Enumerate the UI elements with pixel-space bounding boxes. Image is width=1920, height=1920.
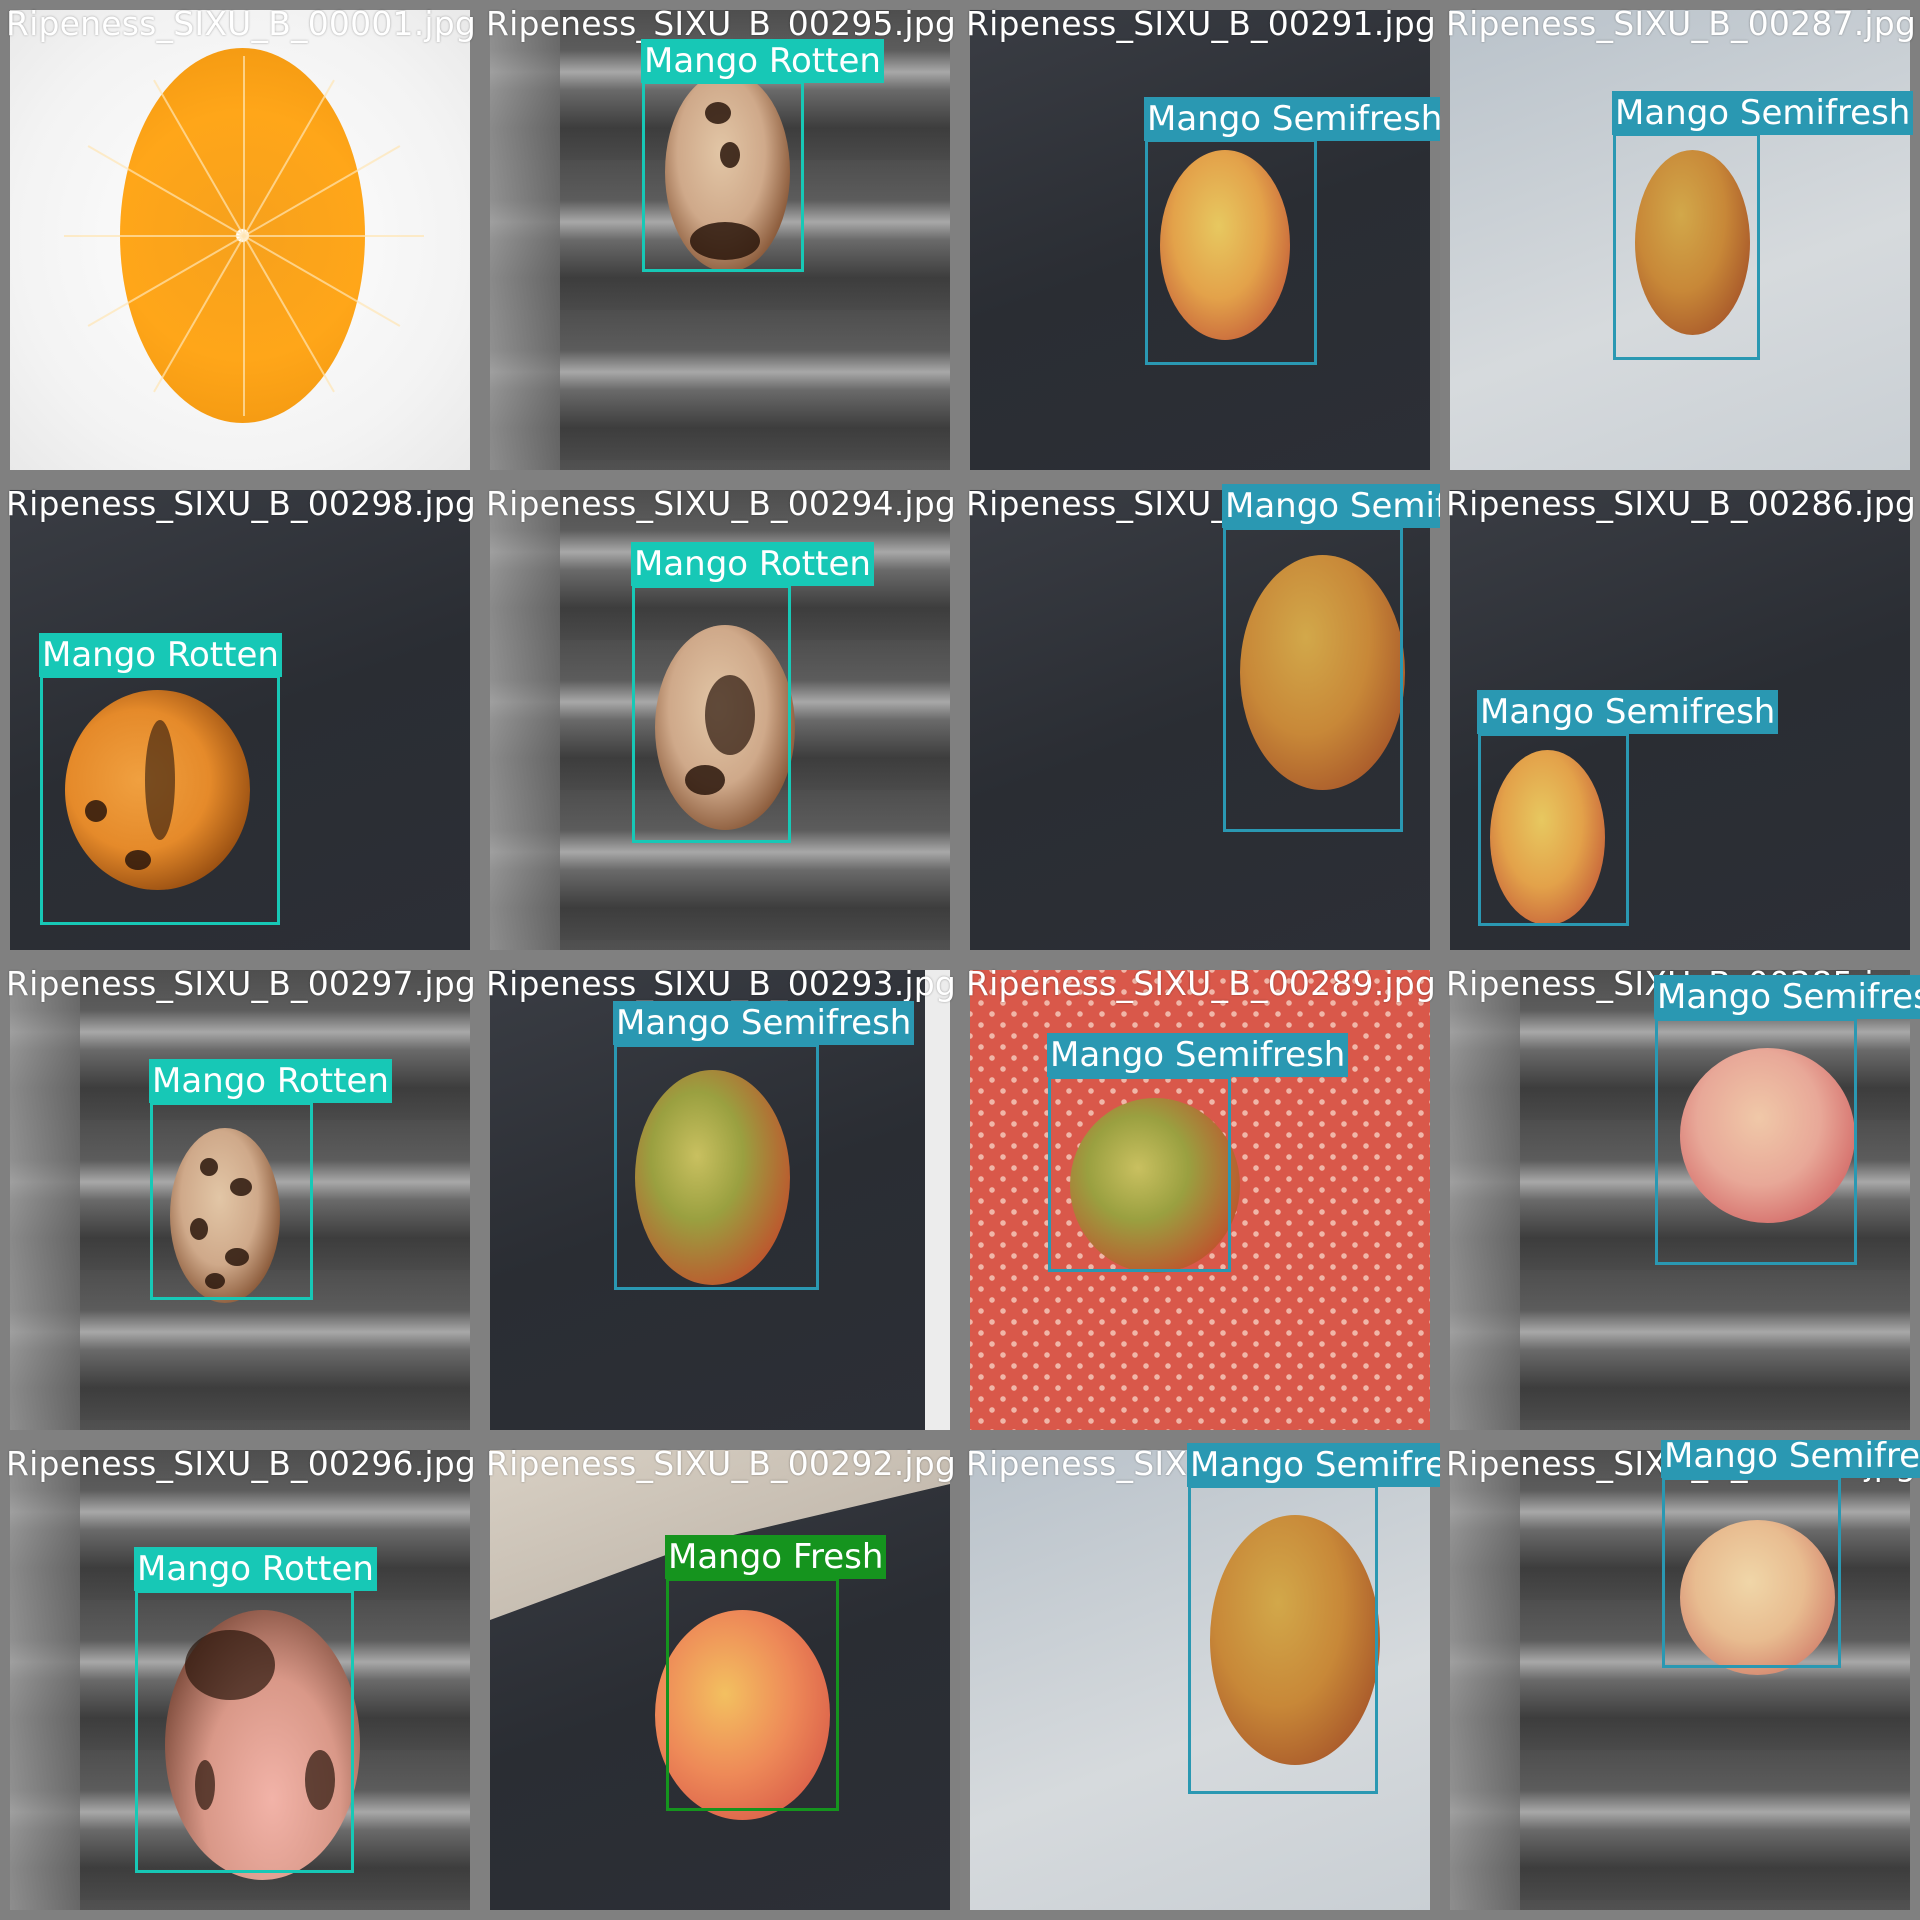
filename-label: Ripeness_SIXU_B_00292.jpg	[486, 1444, 957, 1483]
orange-segment-line	[242, 79, 335, 237]
bounding-box	[1223, 527, 1403, 832]
bounding-box	[1662, 1477, 1841, 1668]
class-label: Mango Semifresh	[613, 1001, 915, 1045]
image-tile: Ripeness_SIXU_B_00294.jpg Mango Rotten	[480, 480, 960, 960]
image-tile: Ripeness_SIXU_B_00284.jpg Mango Semifres…	[1440, 1440, 1920, 1920]
image-tile: Ripeness_SIXU_B_00290.jpg Mango Semifres…	[960, 480, 1440, 960]
orange-segment-line	[242, 235, 245, 416]
orange-segment-line	[152, 235, 245, 392]
bounding-box	[642, 81, 804, 272]
orange-segment-line	[63, 234, 244, 237]
bounding-box	[135, 1590, 354, 1873]
light-edge	[925, 970, 950, 1430]
bounding-box	[1478, 733, 1629, 926]
bounding-box	[1048, 1076, 1231, 1272]
class-label: Mango Semifresh	[1654, 975, 1920, 1019]
class-label: Mango Fresh	[665, 1535, 887, 1579]
class-label: Mango Semifresh	[1187, 1443, 1440, 1487]
photo	[10, 10, 470, 470]
class-label: Mango Rotten	[134, 1547, 377, 1591]
filename-label: Ripeness_SIXU_B_00001.jpg	[6, 4, 477, 43]
image-tile: Ripeness_SIXU_B_00001.jpg	[0, 0, 480, 480]
orange-slice	[63, 48, 424, 423]
filename-label: Ripeness_SIXU_B_00297.jpg	[6, 964, 477, 1003]
image-tile: Ripeness_SIXU_B_00289.jpg Mango Semifres…	[960, 960, 1440, 1440]
filename-label: Ripeness_SIXU_B_00298.jpg	[6, 484, 477, 523]
filename-label: Ripeness_SIXU_B_00286.jpg	[1446, 484, 1917, 523]
filename-label: Ripeness_SIXU_B_00294.jpg	[486, 484, 957, 523]
bounding-box	[614, 1044, 819, 1290]
bounding-box	[1188, 1485, 1378, 1794]
class-label: Mango Semifresh	[1047, 1033, 1349, 1077]
class-label: Mango Rotten	[39, 633, 282, 677]
filename-label: Ripeness_SIXU_B_00293.jpg	[486, 964, 957, 1003]
bounding-box	[666, 1578, 839, 1811]
orange-segment-line	[152, 79, 245, 237]
image-tile: Ripeness_SIXU_B_00298.jpg Mango Rotten	[0, 480, 480, 960]
orange-segment-line	[242, 235, 335, 392]
image-tile: Ripeness_SIXU_B_00291.jpg Mango Semifres…	[960, 0, 1440, 480]
bounding-box	[1655, 1018, 1857, 1265]
image-tile: Ripeness_SIXU_B_00285.jpg Mango Semifres…	[1440, 960, 1920, 1440]
image-tile: Ripeness_SIXU_B_00287.jpg Mango Semifres…	[1440, 0, 1920, 480]
bounding-box	[150, 1102, 313, 1300]
class-label: Mango Semifresh	[1222, 484, 1440, 528]
class-label: Mango Semifresh	[1612, 91, 1914, 135]
class-label: Mango Rotten	[641, 39, 884, 83]
image-tile: Ripeness_SIXU_B_00288.jpg Mango Semifres…	[960, 1440, 1440, 1920]
class-label: Mango Rotten	[149, 1059, 392, 1103]
orange-segment-line	[87, 144, 244, 237]
filename-label: Ripeness_SIXU_B_00296.jpg	[6, 1444, 477, 1483]
image-tile: Ripeness_SIXU_B_00286.jpg Mango Semifres…	[1440, 480, 1920, 960]
class-label: Mango Semifresh	[1144, 97, 1440, 141]
image-tile: Ripeness_SIXU_B_00297.jpg Mango Rotten	[0, 960, 480, 1440]
orange-segment-line	[243, 234, 400, 327]
bounding-box	[1613, 133, 1760, 360]
image-tile: Ripeness_SIXU_B_00292.jpg Mango Fresh	[480, 1440, 960, 1920]
image-tile: Ripeness_SIXU_B_00295.jpg Mango Rotten	[480, 0, 960, 480]
orange-segment-line	[87, 234, 244, 327]
filename-label: Ripeness_SIXU_B_00295.jpg	[486, 4, 957, 43]
bounding-box	[632, 585, 791, 843]
bounding-box	[40, 675, 280, 925]
orange-segment-line	[243, 234, 424, 237]
filename-label: Ripeness_SIXU_B_00289.jpg	[966, 964, 1437, 1003]
filename-label: Ripeness_SIXU_B_00291.jpg	[966, 4, 1437, 43]
filename-label: Ripeness_SIXU_B_00287.jpg	[1446, 4, 1917, 43]
orange-segment-line	[242, 55, 245, 236]
class-label: Mango Semifresh	[1477, 690, 1779, 734]
class-label: Mango Rotten	[631, 542, 874, 586]
image-tile: Ripeness_SIXU_B_00296.jpg Mango Rotten	[0, 1440, 480, 1920]
image-tile: Ripeness_SIXU_B_00293.jpg Mango Semifres…	[480, 960, 960, 1440]
orange-segment-line	[243, 144, 400, 237]
bounding-box	[1145, 139, 1317, 365]
class-label: Mango Semifresh	[1661, 1440, 1920, 1478]
